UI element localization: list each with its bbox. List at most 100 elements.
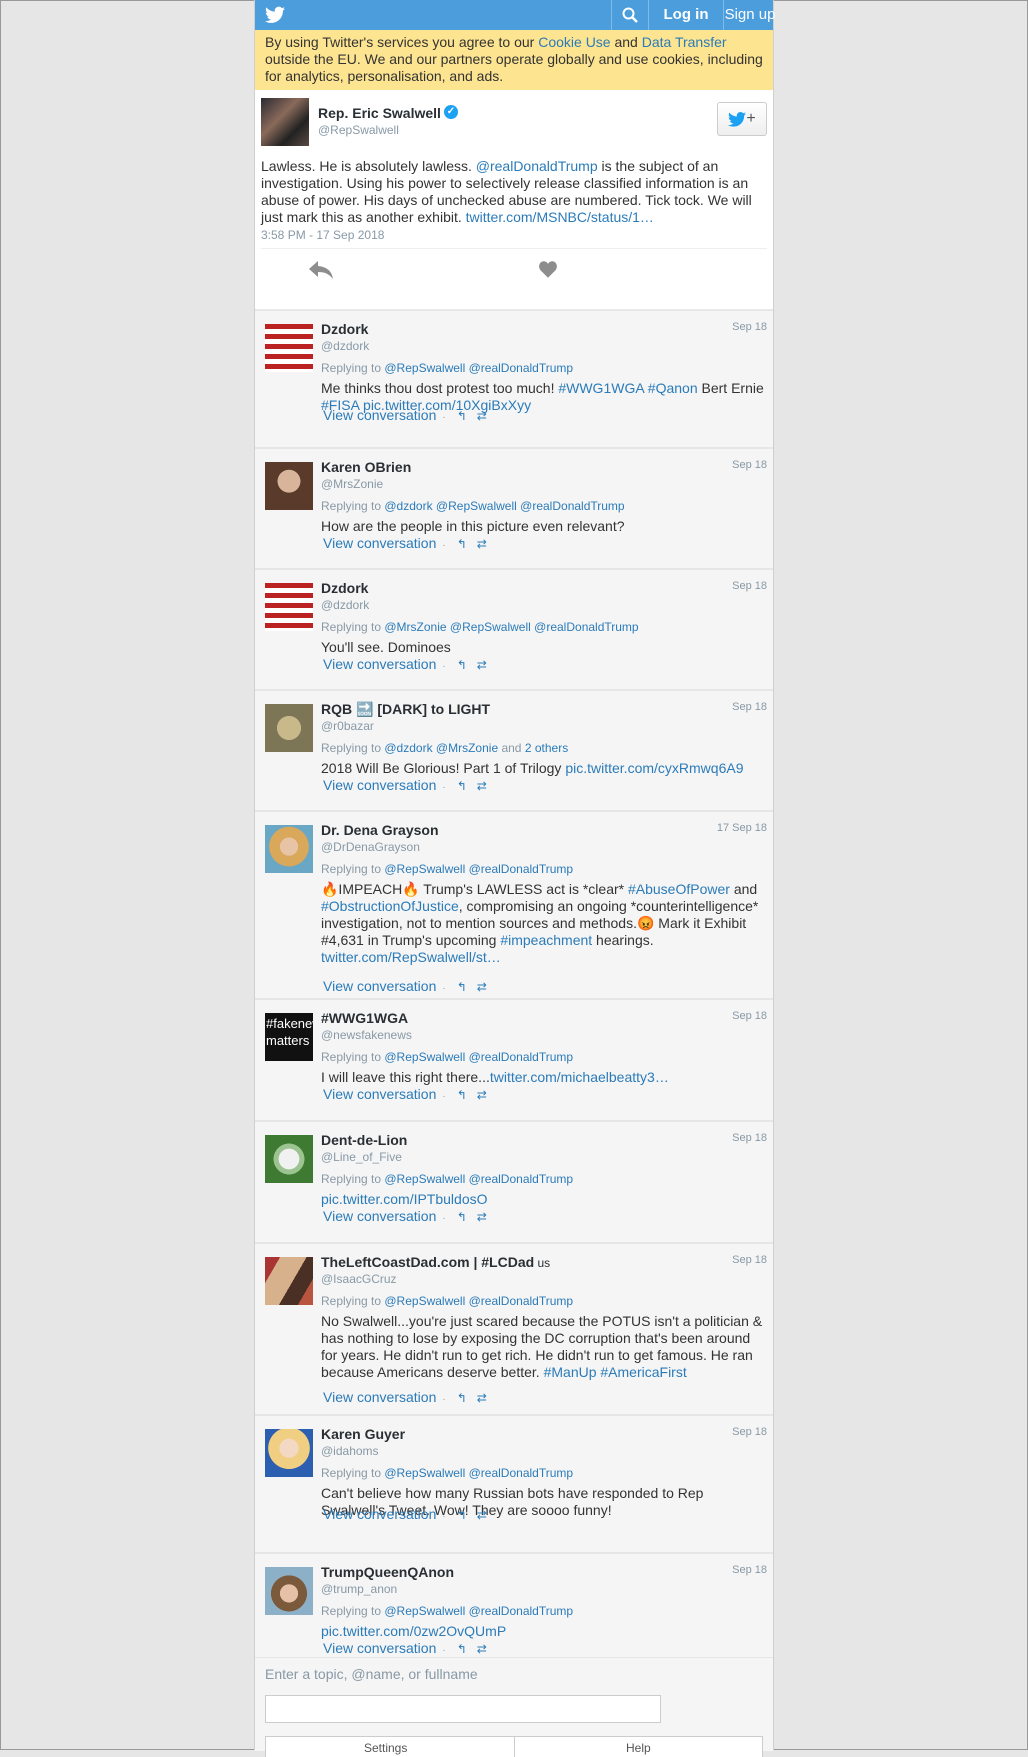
reply-link[interactable]: #AbuseOfPower — [628, 881, 730, 897]
reply-icon[interactable]: ↰ — [457, 537, 467, 551]
view-conversation-link[interactable]: View conversation — [323, 1640, 436, 1656]
avatar[interactable] — [265, 704, 313, 752]
replying-to-mention[interactable]: @RepSwalwell — [436, 499, 517, 513]
retweet-icon[interactable]: ⇄ — [477, 409, 487, 423]
replying-to-mention[interactable]: @RepSwalwell — [384, 1604, 465, 1618]
heart-icon[interactable] — [539, 261, 557, 283]
retweet-icon[interactable]: ⇄ — [477, 980, 487, 994]
data-transfer-link[interactable]: Data Transfer — [642, 34, 727, 50]
replying-to-mention[interactable]: @MrsZonie — [436, 741, 498, 755]
view-conversation-link[interactable]: View conversation — [323, 656, 436, 672]
replying-to-mention[interactable]: @realDonaldTrump — [469, 1172, 573, 1186]
reply-date[interactable]: Sep 18 — [732, 1132, 767, 1144]
reply-author-handle[interactable]: @r0bazar — [321, 719, 374, 733]
reply-author-name[interactable]: Dent-de-Lion — [321, 1132, 407, 1148]
help-link[interactable]: Help — [626, 1741, 651, 1755]
reply-link[interactable]: pic.twitter.com/IPTbuldosO — [321, 1191, 488, 1207]
replying-to-mention[interactable]: @dzdork — [384, 741, 432, 755]
reply-icon[interactable]: ↰ — [457, 779, 467, 793]
replying-to-mention[interactable]: @RepSwalwell — [384, 1050, 465, 1064]
reply-date[interactable]: Sep 18 — [732, 1426, 767, 1438]
author-handle[interactable]: @RepSwalwell — [318, 123, 399, 137]
avatar[interactable] — [265, 462, 313, 510]
search-input[interactable] — [265, 1695, 661, 1723]
follow-button[interactable]: + — [717, 102, 767, 136]
settings-link[interactable]: Settings — [364, 1741, 407, 1755]
retweet-icon[interactable]: ⇄ — [477, 1088, 487, 1102]
replying-to-mention[interactable]: @RepSwalwell — [384, 361, 465, 375]
reply-link[interactable]: twitter.com/michaelbeatty3… — [490, 1069, 669, 1085]
view-conversation-link[interactable]: View conversation — [323, 1208, 436, 1224]
avatar[interactable] — [265, 1257, 313, 1305]
reply-icon[interactable]: ↰ — [457, 980, 467, 994]
reply-date[interactable]: Sep 18 — [732, 321, 767, 333]
reply-author-name[interactable]: TheLeftCoastDad.com | #LCDad us — [321, 1254, 550, 1270]
reply-author-name[interactable]: TrumpQueenQAnon — [321, 1564, 454, 1580]
reply-author-handle[interactable]: @newsfakenews — [321, 1028, 412, 1042]
reply-author-handle[interactable]: @DrDenaGrayson — [321, 840, 420, 854]
reply-date[interactable]: Sep 18 — [732, 580, 767, 592]
retweet-icon[interactable]: ⇄ — [477, 537, 487, 551]
replying-to-mention[interactable]: @realDonaldTrump — [469, 1294, 573, 1308]
reply-link[interactable]: twitter.com/RepSwalwell/st… — [321, 949, 501, 965]
reply-icon[interactable]: ↰ — [457, 1642, 467, 1656]
search-button[interactable] — [611, 0, 648, 30]
replying-to-mention[interactable]: @RepSwalwell — [450, 620, 531, 634]
avatar[interactable] — [265, 583, 313, 631]
reply-link[interactable]: #WWG1WGA — [558, 380, 644, 396]
replying-to-mention[interactable]: @realDonaldTrump — [469, 862, 573, 876]
replying-to-mention[interactable]: @realDonaldTrump — [469, 1466, 573, 1480]
tweet-url-link[interactable]: twitter.com/MSNBC/status/1… — [466, 209, 654, 225]
replying-to-mention[interactable]: @dzdork — [384, 499, 432, 513]
replying-to-mention[interactable]: @realDonaldTrump — [469, 1050, 573, 1064]
reply-author-name[interactable]: #WWG1WGA — [321, 1010, 408, 1026]
reply-icon[interactable]: ↰ — [457, 1088, 467, 1102]
login-link[interactable]: Log in — [648, 0, 723, 30]
reply-link[interactable]: #ManUp — [544, 1364, 597, 1380]
replying-to-mention[interactable]: @RepSwalwell — [384, 1172, 465, 1186]
avatar[interactable] — [265, 825, 313, 873]
tweet-timestamp[interactable]: 3:58 PM - 17 Sep 2018 — [261, 228, 384, 242]
replying-to-mention[interactable]: @realDonaldTrump — [469, 1604, 573, 1618]
reply-author-handle[interactable]: @dzdork — [321, 339, 369, 353]
view-conversation-link[interactable]: View conversation — [323, 1086, 436, 1102]
reply-icon[interactable]: ↰ — [457, 1210, 467, 1224]
reply-author-handle[interactable]: @Line_of_Five — [321, 1150, 402, 1164]
view-conversation-link[interactable]: View conversation — [323, 1389, 436, 1405]
cookie-use-link[interactable]: Cookie Use — [538, 34, 610, 50]
avatar[interactable]: #fakenews matters — [265, 1013, 313, 1061]
replying-to-mention[interactable]: @realDonaldTrump — [534, 620, 638, 634]
reply-author-handle[interactable]: @IsaacGCruz — [321, 1272, 397, 1286]
replying-others-link[interactable]: 2 others — [525, 741, 568, 755]
reply-author-handle[interactable]: @dzdork — [321, 598, 369, 612]
reply-author-name[interactable]: Dr. Dena Grayson — [321, 822, 439, 838]
mention-link[interactable]: @realDonaldTrump — [476, 158, 598, 174]
replying-to-mention[interactable]: @MrsZonie — [384, 620, 446, 634]
reply-author-name[interactable]: Dzdork — [321, 580, 368, 596]
reply-date[interactable]: Sep 18 — [732, 1010, 767, 1022]
retweet-icon[interactable]: ⇄ — [477, 658, 487, 672]
reply-author-handle[interactable]: @trump_anon — [321, 1582, 397, 1596]
view-conversation-link[interactable]: View conversation — [323, 407, 436, 423]
avatar[interactable] — [265, 1135, 313, 1183]
retweet-icon[interactable]: ⇄ — [477, 1210, 487, 1224]
reply-link[interactable]: #AmericaFirst — [600, 1364, 686, 1380]
reply-author-handle[interactable]: @MrsZonie — [321, 477, 383, 491]
retweet-icon[interactable]: ⇄ — [477, 1642, 487, 1656]
signup-link[interactable]: Sign up — [723, 0, 776, 30]
reply-link[interactable]: pic.twitter.com/cyxRmwq6A9 — [565, 760, 743, 776]
reply-author-name[interactable]: Karen OBrien — [321, 459, 411, 475]
author-name[interactable]: Rep. Eric Swalwell ✓ — [318, 105, 458, 121]
view-conversation-link[interactable]: View conversation — [323, 535, 436, 551]
replying-to-mention[interactable]: @RepSwalwell — [384, 862, 465, 876]
retweet-icon[interactable]: ⇄ — [477, 779, 487, 793]
retweet-icon[interactable]: ⇄ — [477, 1508, 487, 1522]
reply-link[interactable]: #ObstructionOfJustice — [321, 898, 459, 914]
reply-author-name[interactable]: Dzdork — [321, 321, 368, 337]
avatar[interactable] — [265, 1567, 313, 1615]
replying-to-mention[interactable]: @RepSwalwell — [384, 1466, 465, 1480]
reply-date[interactable]: Sep 18 — [732, 701, 767, 713]
avatar[interactable] — [265, 324, 313, 372]
retweet-icon[interactable]: ⇄ — [477, 1391, 487, 1405]
reply-icon[interactable]: ↰ — [457, 658, 467, 672]
